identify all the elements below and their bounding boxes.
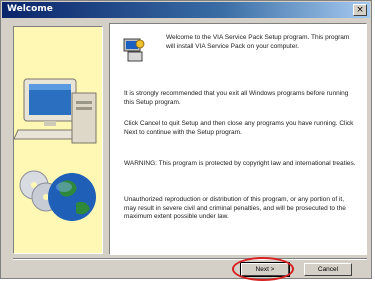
welcome-text-panel: Welcome to the VIA Service Pack Setup pr… [109, 23, 367, 255]
computer-illustration [14, 78, 97, 221]
close-icon: × [356, 5, 364, 15]
unauthorized-text: Unauthorized reproduction or distributio… [124, 196, 346, 220]
warning-text: WARNING: This program is protected by co… [124, 160, 356, 167]
close-button[interactable]: × [353, 4, 367, 16]
welcome-message: Welcome to the VIA Service Pack Setup pr… [166, 34, 350, 50]
title-bar[interactable]: Welcome × [2, 2, 370, 18]
cancel-button[interactable]: Cancel [304, 263, 352, 276]
recommendation-text: It is strongly recommended that you exit… [124, 90, 349, 106]
cancel-info-text: Click Cancel to quit Setup and then clos… [124, 120, 354, 136]
welcome-dialog: Welcome × Welcome to the VIA Service Pac… [0, 0, 372, 281]
window-title: Welcome [7, 4, 53, 14]
next-button[interactable]: Next > [240, 262, 290, 277]
setup-illustration-panel [13, 26, 103, 254]
globe-icon [48, 173, 96, 221]
divider [13, 258, 367, 260]
setup-icon [123, 38, 145, 62]
